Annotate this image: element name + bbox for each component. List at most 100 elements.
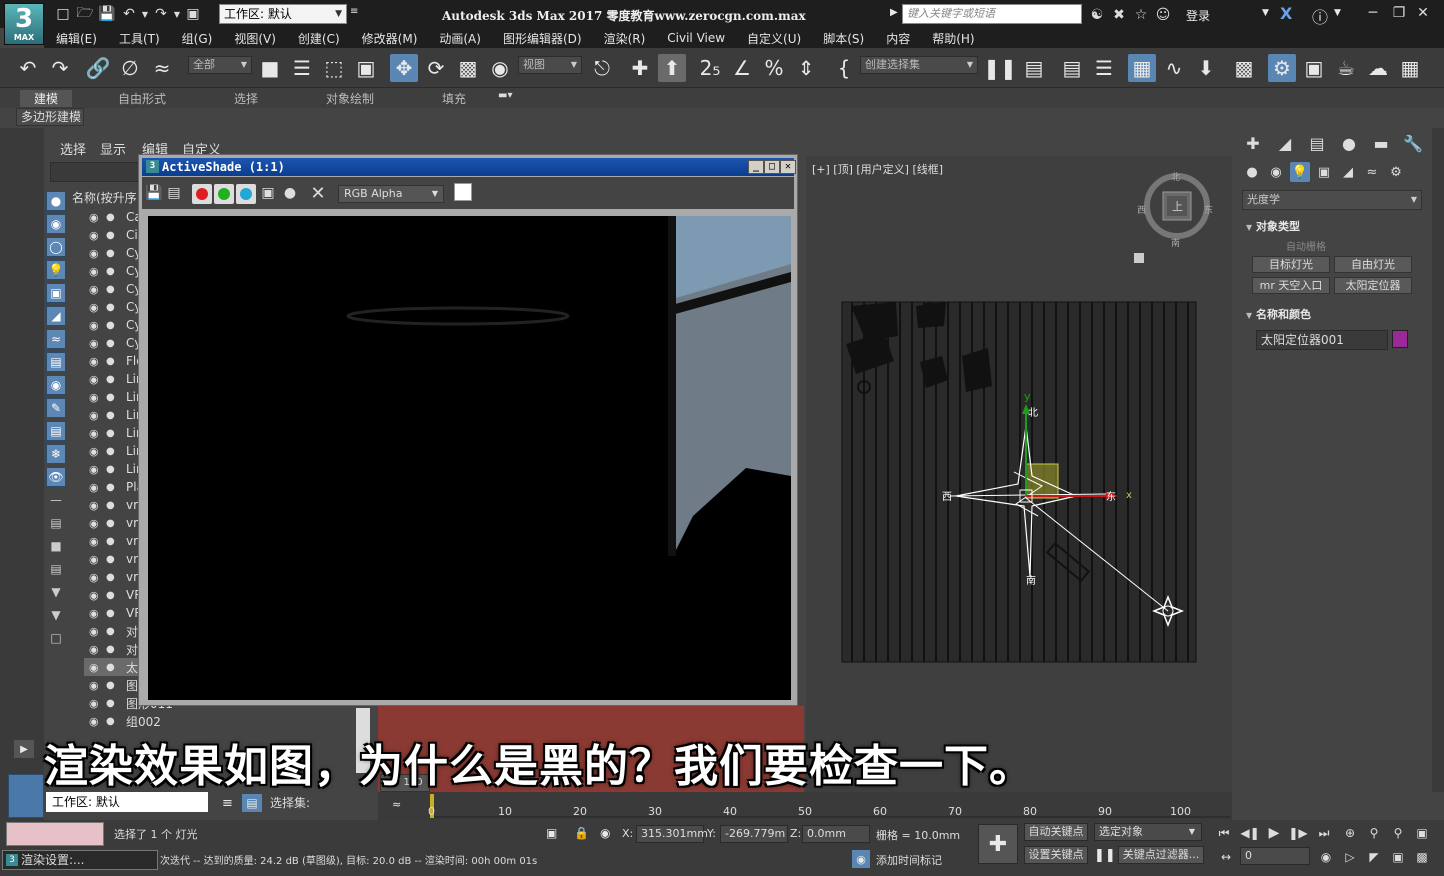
- zoom-extents-icon[interactable]: ▣: [1412, 824, 1432, 842]
- helpers-icon[interactable]: ◢: [1338, 162, 1358, 182]
- isolate-selection-icon[interactable]: ▣: [546, 826, 557, 840]
- spacewarp-filter-icon[interactable]: ≈: [46, 329, 66, 349]
- object-type-rollout[interactable]: ▼ 对象类型: [1246, 218, 1300, 234]
- hierarchy-tab-icon[interactable]: ▤: [1304, 132, 1330, 154]
- list-item[interactable]: ◉ ● 组002: [84, 712, 354, 730]
- group-filter-icon[interactable]: ▤: [46, 352, 66, 372]
- toggle-ribbon-icon[interactable]: ▦: [1128, 54, 1156, 82]
- render-production-icon[interactable]: ☕: [1332, 54, 1360, 82]
- visibility-icon[interactable]: ◉: [89, 391, 103, 404]
- undo-icon[interactable]: ↶: [118, 3, 140, 25]
- visibility-icon[interactable]: ◉: [89, 373, 103, 386]
- monochrome-icon[interactable]: ●: [280, 183, 300, 203]
- target-light-button[interactable]: 目标灯光: [1252, 256, 1330, 273]
- undo-dropdown-icon[interactable]: ▼: [140, 3, 150, 25]
- freeze-icon[interactable]: ●: [106, 716, 120, 727]
- command-panel-scrollbar[interactable]: [1432, 128, 1444, 792]
- visibility-icon[interactable]: ◉: [89, 247, 103, 260]
- container-filter-icon[interactable]: ▤: [46, 421, 66, 441]
- add-time-tag[interactable]: 添加时间标记: [876, 852, 942, 868]
- visibility-icon[interactable]: ◉: [89, 355, 103, 368]
- menu-graph-editors[interactable]: 图形编辑器(D): [503, 30, 582, 47]
- auto-key-button[interactable]: 自动关键点: [1024, 823, 1088, 841]
- menu-create[interactable]: 创建(C): [298, 30, 340, 47]
- shape-filter-icon[interactable]: ◯: [46, 237, 66, 257]
- explorer-column-header[interactable]: 名称(按升序: [72, 189, 137, 206]
- hierarchy-icon[interactable]: ▤: [242, 794, 262, 812]
- new-file-icon[interactable]: □: [52, 3, 74, 25]
- transform-mode-icon[interactable]: ◉: [600, 826, 610, 840]
- visibility-icon[interactable]: ◉: [89, 589, 103, 602]
- freeze-icon[interactable]: ●: [106, 338, 120, 349]
- select-none-icon[interactable]: ▤: [46, 559, 66, 579]
- bind-space-warp-icon[interactable]: ≈: [148, 54, 176, 82]
- menu-animation[interactable]: 动画(A): [439, 30, 481, 47]
- workspace-icon[interactable]: [8, 774, 44, 818]
- schematic-view-icon[interactable]: ⬇: [1192, 54, 1220, 82]
- alpha-channel-icon[interactable]: ▣: [258, 183, 278, 203]
- visibility-icon[interactable]: ◉: [89, 661, 103, 674]
- geometry-icon[interactable]: ●: [1242, 162, 1262, 182]
- freeze-icon[interactable]: ●: [106, 266, 120, 277]
- selection-filter-select[interactable]: 全部 ▼: [188, 56, 252, 74]
- light-filter-icon[interactable]: 💡: [46, 260, 66, 280]
- key-filters-button[interactable]: 关键点过滤器...: [1118, 846, 1204, 864]
- redo-icon[interactable]: ↷: [150, 3, 172, 25]
- explorer-menu-select[interactable]: 选择: [60, 139, 86, 158]
- frozen-filter-icon[interactable]: ❄: [46, 444, 66, 464]
- menu-group[interactable]: 组(G): [182, 30, 213, 47]
- lock-icon[interactable]: □: [46, 628, 66, 648]
- activeshade-render-canvas[interactable]: [148, 216, 791, 700]
- utilities-tab-icon[interactable]: 🔧: [1400, 132, 1426, 154]
- scale-icon[interactable]: ▩: [454, 54, 482, 82]
- time-tag-icon[interactable]: ◉: [852, 850, 870, 868]
- render-iterative-icon[interactable]: ☁: [1364, 54, 1392, 82]
- green-channel-button[interactable]: [214, 184, 234, 204]
- goto-end-icon[interactable]: ⏭: [1314, 824, 1334, 842]
- freeze-icon[interactable]: ●: [106, 392, 120, 403]
- visibility-icon[interactable]: ◉: [89, 211, 103, 224]
- snaps-toggle-icon[interactable]: 2₅: [696, 54, 724, 82]
- select-manipulate-icon[interactable]: ✚: [626, 54, 654, 82]
- freeze-icon[interactable]: ●: [106, 608, 120, 619]
- clear-icon[interactable]: ✕: [308, 183, 328, 204]
- exchange-icon[interactable]: X: [1280, 4, 1292, 23]
- save-icon[interactable]: 💾: [96, 3, 118, 25]
- red-channel-button[interactable]: [192, 184, 212, 204]
- key-mode-icon[interactable]: ❚❚: [1094, 848, 1116, 863]
- visibility-icon[interactable]: ◉: [89, 265, 103, 278]
- tab-populate[interactable]: 填充: [442, 90, 466, 107]
- visibility-icon[interactable]: ◉: [89, 643, 103, 656]
- display-tab-icon[interactable]: ▬: [1368, 132, 1394, 154]
- visibility-icon[interactable]: ◉: [89, 607, 103, 620]
- curve-editor-icon[interactable]: ∿: [1160, 54, 1188, 82]
- display-channel-select[interactable]: RGB Alpha ▼: [338, 185, 444, 203]
- hidden-filter-icon[interactable]: 👁: [46, 467, 66, 487]
- close-button[interactable]: ✕: [1412, 5, 1434, 23]
- prev-frame-icon[interactable]: ◀❚: [1240, 824, 1260, 842]
- visibility-icon[interactable]: ◉: [89, 229, 103, 242]
- scene-explorer-icon[interactable]: ▤: [1058, 54, 1086, 82]
- link-icon[interactable]: 🔗: [84, 54, 112, 82]
- freeze-icon[interactable]: ●: [106, 680, 120, 691]
- ribbon-panel-polygon-modeling[interactable]: 多边形建模: [16, 108, 84, 126]
- set-key-button[interactable]: 设置关键点: [1024, 846, 1088, 864]
- freeze-icon[interactable]: ●: [106, 320, 120, 331]
- filter-icon[interactable]: ▼: [46, 605, 66, 625]
- layer-explorer-icon[interactable]: ☰: [1090, 54, 1118, 82]
- align-icon[interactable]: ▤: [1020, 54, 1048, 82]
- communication-icon[interactable]: ✖: [1108, 4, 1130, 26]
- visibility-icon[interactable]: ◉: [89, 319, 103, 332]
- object-name-input[interactable]: 太阳定位器001: [1256, 330, 1388, 350]
- edit-named-selection-icon[interactable]: {: [830, 54, 858, 82]
- visibility-icon[interactable]: ◉: [89, 481, 103, 494]
- login-dropdown-icon[interactable]: ▼: [1262, 8, 1269, 18]
- activeshade-minimize-button[interactable]: _: [748, 160, 764, 174]
- funnel-icon[interactable]: ▼: [46, 582, 66, 602]
- freeze-icon[interactable]: ●: [106, 572, 120, 583]
- xref-filter-icon[interactable]: ◉: [46, 375, 66, 395]
- viewport-label[interactable]: [+] [顶] [用户定义] [线框]: [812, 161, 943, 177]
- freeze-icon[interactable]: ●: [106, 374, 120, 385]
- visibility-icon[interactable]: ◉: [89, 625, 103, 638]
- modify-tab-icon[interactable]: ◢: [1272, 132, 1298, 154]
